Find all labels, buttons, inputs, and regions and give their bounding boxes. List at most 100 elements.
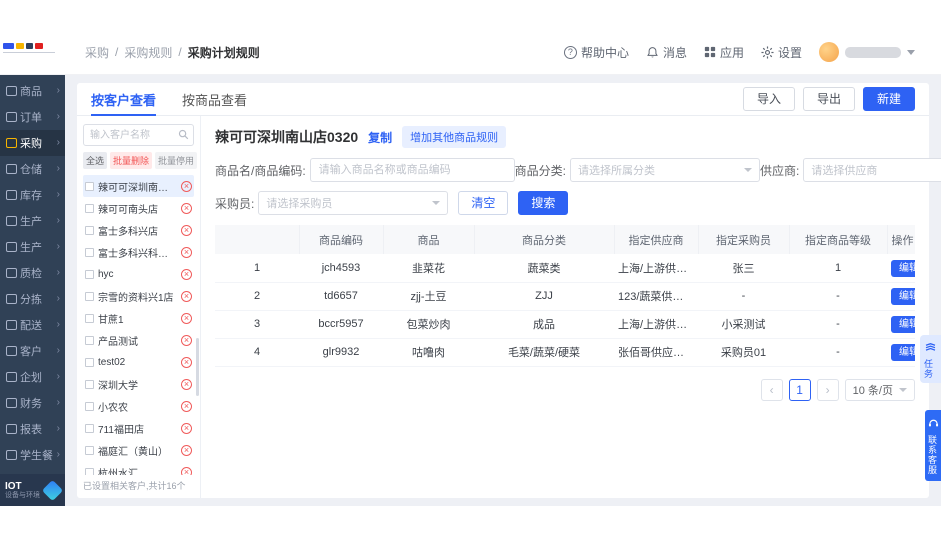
remove-customer-icon[interactable]: × [181, 224, 192, 236]
search-button[interactable]: 搜索 [518, 191, 569, 216]
remove-customer-icon[interactable]: × [181, 268, 192, 280]
supplier-select[interactable]: 请选择供应商 [803, 158, 941, 182]
tab-by-product[interactable]: 按商品查看 [182, 83, 247, 115]
customer-checkbox[interactable] [85, 291, 94, 301]
remove-customer-icon[interactable]: × [181, 356, 192, 368]
sidebar-item[interactable]: 质检 › [0, 260, 65, 286]
customer-list-item[interactable]: 福庭汇（黄山） × [83, 439, 194, 461]
sidebar-item[interactable]: 学生餐 › [0, 442, 65, 468]
category-select[interactable]: 请选择所属分类 [570, 158, 761, 182]
customer-panel: 全选 批量删除 批量停用 辣可可深圳南山店0320 × [77, 116, 201, 498]
remove-customer-icon[interactable]: × [181, 180, 192, 192]
clear-button[interactable]: 清空 [458, 191, 509, 216]
sidebar-item[interactable]: 财务 › [0, 390, 65, 416]
customer-list-item[interactable]: 甘蔗1 × [83, 307, 194, 329]
customer-checkbox[interactable] [85, 269, 94, 279]
cell-buyer: 张三 [698, 254, 789, 283]
batch-delete-button[interactable]: 批量删除 [110, 152, 153, 169]
customer-checkbox[interactable] [85, 401, 94, 411]
sidebar-item[interactable]: 库存 › [0, 182, 65, 208]
sidebar-item-label: 商品 [20, 86, 42, 98]
apps-button[interactable]: 应用 [704, 44, 744, 61]
customer-checkbox[interactable] [85, 181, 94, 191]
remove-customer-icon[interactable]: × [181, 466, 192, 475]
sidebar-item[interactable]: 采购 › [0, 130, 65, 156]
next-page-button[interactable]: › [816, 378, 839, 401]
table-header-cell: 商品 [383, 225, 475, 255]
customer-name: 产品测试 [98, 336, 138, 348]
customer-list-item[interactable]: test02 × [83, 351, 194, 373]
remove-customer-icon[interactable]: × [181, 422, 192, 434]
settings-button[interactable]: 设置 [761, 44, 802, 61]
customer-checkbox[interactable] [85, 467, 94, 475]
remove-customer-icon[interactable]: × [181, 290, 192, 302]
remove-customer-icon[interactable]: × [181, 312, 192, 324]
sidebar-item[interactable]: 商品 › [0, 78, 65, 104]
remove-customer-icon[interactable]: × [181, 202, 192, 214]
customer-list-item[interactable]: 深圳大学 × [83, 373, 194, 395]
page-number-button[interactable]: 1 [788, 378, 811, 401]
breadcrumb-purchase[interactable]: 采购 [85, 44, 109, 61]
copy-button[interactable]: 复制 [368, 129, 392, 146]
sidebar-item[interactable]: 企划 › [0, 364, 65, 390]
edit-button[interactable]: 编辑 [891, 287, 915, 305]
sidebar-item[interactable]: 客户 › [0, 338, 65, 364]
customer-list-item[interactable]: 辣可可南头店 × [83, 197, 194, 219]
user-menu[interactable] [819, 42, 915, 62]
customer-list-item[interactable]: 富士多科兴科学园2号1120 × [83, 241, 194, 263]
customer-list-item[interactable]: 辣可可深圳南山店0320 × [83, 175, 194, 197]
cell-grade: - [789, 310, 887, 339]
import-button[interactable]: 导入 [742, 86, 795, 112]
customer-checkbox[interactable] [85, 357, 94, 367]
customer-list-item[interactable]: 小农农 × [83, 395, 194, 417]
task-widget-button[interactable]: 任务 [920, 335, 941, 383]
sidebar-item[interactable]: 分拣 › [0, 286, 65, 312]
sidebar-item[interactable]: 生产 › [0, 234, 65, 260]
customer-list-scrollbar[interactable] [196, 337, 199, 396]
product-name-input[interactable] [309, 158, 515, 182]
prev-page-button[interactable]: ‹ [760, 378, 783, 401]
customer-checkbox[interactable] [85, 379, 94, 389]
customer-checkbox[interactable] [85, 445, 94, 455]
table-header-row: 商品编码 商品 商品分类 指定供应商 指定采购员 指定商品等级 操作 [215, 225, 915, 255]
table-header-cell: 指定商品等级 [789, 225, 888, 255]
customer-checkbox[interactable] [85, 423, 94, 433]
customer-checkbox[interactable] [85, 247, 94, 257]
buyer-select[interactable]: 请选择采购员 [258, 191, 449, 216]
contact-support-button[interactable]: 联系客服 [925, 410, 941, 481]
customer-list-item[interactable]: 宗雪的资料兴1店 × [83, 285, 194, 307]
remove-customer-icon[interactable]: × [181, 334, 192, 346]
customer-checkbox[interactable] [85, 203, 94, 213]
sidebar-item[interactable]: 配送 › [0, 312, 65, 338]
remove-customer-icon[interactable]: × [181, 444, 192, 456]
sidebar-item[interactable]: 生产 › [0, 208, 65, 234]
remove-customer-icon[interactable]: × [181, 246, 192, 258]
batch-disable-button[interactable]: 批量停用 [155, 152, 198, 169]
create-button[interactable]: 新建 [862, 86, 915, 112]
edit-button[interactable]: 编辑 [891, 259, 915, 277]
messages-button[interactable]: 消息 [646, 44, 687, 61]
sidebar-item[interactable]: 报表 › [0, 416, 65, 442]
export-button[interactable]: 导出 [802, 86, 855, 112]
page-size-select[interactable]: 10 条/页 [844, 378, 915, 401]
customer-list-item[interactable]: 711福田店 × [83, 417, 194, 439]
sidebar-footer-iot[interactable]: IOT 设备与环境 [0, 474, 65, 506]
tab-by-customer[interactable]: 按客户查看 [91, 83, 157, 116]
customer-list-item[interactable]: 产品测试 × [83, 329, 194, 351]
customer-checkbox[interactable] [85, 313, 94, 323]
sidebar-item[interactable]: 订单 › [0, 104, 65, 130]
customer-checkbox[interactable] [85, 335, 94, 345]
edit-button[interactable]: 编辑 [891, 315, 915, 333]
select-all-button[interactable]: 全选 [83, 152, 108, 169]
customer-list-item[interactable]: hyc × [83, 263, 194, 285]
customer-checkbox[interactable] [85, 225, 94, 235]
sidebar-item[interactable]: 仓储 › [0, 156, 65, 182]
edit-button[interactable]: 编辑 [891, 343, 915, 361]
add-product-rule-button[interactable]: 增加其他商品规则 [402, 126, 507, 148]
remove-customer-icon[interactable]: × [181, 378, 192, 390]
customer-list-item[interactable]: 富士多科兴店 × [83, 219, 194, 241]
breadcrumb-purchase-rules[interactable]: 采购规则 [124, 44, 172, 61]
customer-list-item[interactable]: 杭州水汇 × [83, 461, 194, 475]
remove-customer-icon[interactable]: × [181, 400, 192, 412]
help-center-button[interactable]: ? 帮助中心 [563, 44, 629, 61]
